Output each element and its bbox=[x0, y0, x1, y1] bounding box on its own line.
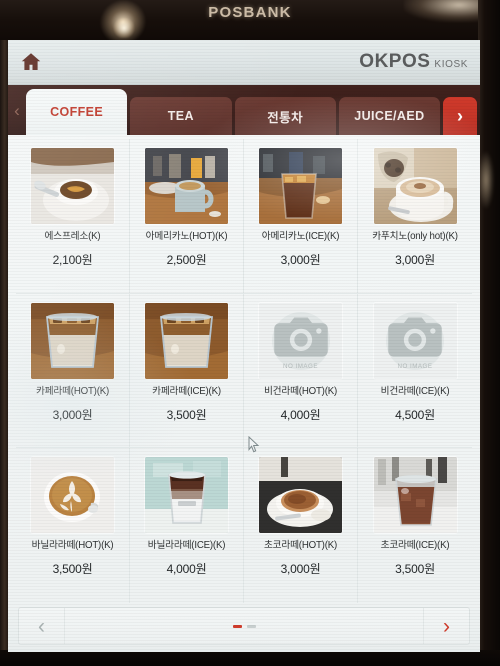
iced-latte-glass-image bbox=[145, 302, 228, 379]
tab-next-button[interactable]: › bbox=[443, 97, 477, 135]
hot-chocolate-saucer-image bbox=[259, 457, 342, 534]
menu-item-vegan-latte-ice[interactable]: NO IMAGE 비건라떼(ICE)(K) 4,500원 bbox=[358, 294, 472, 449]
product-price: 3,000원 bbox=[52, 407, 93, 422]
product-name: 초코라떼(HOT)(K) bbox=[263, 540, 338, 552]
product-thumbnail bbox=[31, 148, 114, 224]
product-price: 3,000원 bbox=[395, 253, 435, 268]
latte-art-rosetta-image bbox=[31, 457, 114, 534]
menu-item-vanilla-latte-hot[interactable]: 바닐라라떼(HOT)(K) 3,500원 bbox=[16, 448, 130, 603]
product-name: 비건라떼(ICE)(K) bbox=[380, 385, 450, 397]
app-header: OKPOS KIOSK bbox=[8, 40, 480, 85]
product-thumbnail bbox=[31, 457, 114, 534]
logo-kiosk: KIOSK bbox=[434, 59, 468, 70]
page-dot-2[interactable] bbox=[246, 624, 256, 628]
product-thumbnail bbox=[145, 302, 228, 379]
product-thumbnail bbox=[145, 457, 228, 534]
menu-item-espresso[interactable]: 에스프레소(K) 2,100원 bbox=[16, 139, 130, 294]
camera-icon bbox=[388, 317, 442, 357]
kiosk-device: POSBANK OKPOS KIOSK ‹ COFFEE TEA 전통차 JUI… bbox=[0, 0, 500, 666]
device-bezel-bottom bbox=[0, 650, 500, 666]
menu-item-choco-latte-ice[interactable]: 초코라떼(ICE)(K) 3,500원 bbox=[358, 448, 472, 603]
product-price: 3,000원 bbox=[280, 562, 321, 577]
product-name: 바닐라라떼(HOT)(K) bbox=[31, 540, 114, 552]
product-thumbnail bbox=[373, 457, 457, 534]
product-name: 비건라떼(HOT)(K) bbox=[263, 385, 338, 397]
product-price: 4,000원 bbox=[166, 562, 207, 577]
product-price: 4,500원 bbox=[395, 407, 435, 422]
camera-icon bbox=[273, 317, 328, 357]
menu-item-cappuccino[interactable]: 카푸치노(only hot)(K) 3,000원 bbox=[358, 139, 472, 294]
product-price: 2,100원 bbox=[52, 253, 93, 268]
page-next-button[interactable]: › bbox=[423, 608, 469, 644]
product-thumbnail bbox=[145, 148, 228, 224]
menu-item-americano-ice[interactable]: 아메리카노(ICE)(K) 3,000원 bbox=[244, 139, 358, 294]
product-thumbnail-placeholder: NO IMAGE bbox=[259, 302, 342, 379]
tab-prev-button[interactable]: ‹ bbox=[8, 85, 26, 135]
product-price: 3,000원 bbox=[280, 253, 321, 268]
iced-latte-glass-image bbox=[31, 302, 114, 379]
menu-item-americano-hot[interactable]: 아메리카노(HOT)(K) 2,500원 bbox=[130, 139, 244, 294]
product-price: 4,000원 bbox=[280, 407, 321, 422]
logo-okpos: OKPOS bbox=[359, 51, 431, 72]
layered-iced-cup-mint-image bbox=[145, 457, 228, 534]
menu-item-cafe-latte-ice[interactable]: 카페라떼(ICE)(K) 3,500원 bbox=[130, 293, 244, 449]
pager-area: ‹ › bbox=[8, 603, 480, 652]
product-name: 카페라떼(ICE)(K) bbox=[152, 385, 221, 397]
product-name: 에스프레소(K) bbox=[44, 231, 101, 242]
product-name: 카푸치노(only hot)(K) bbox=[372, 231, 458, 242]
cappuccino-foam-cup-image bbox=[373, 148, 457, 224]
menu-area: 에스프레소(K) 2,100원 아메리카노(HOT)(K) 2,500원 아메리… bbox=[8, 135, 480, 603]
product-price: 3,500원 bbox=[166, 407, 207, 422]
bezel-glare bbox=[113, 18, 135, 38]
no-image-label: NO IMAGE bbox=[397, 362, 433, 370]
espresso-cup-saucer-image bbox=[31, 148, 114, 224]
product-thumbnail bbox=[259, 457, 342, 534]
brand-logo: OKPOS KIOSK bbox=[359, 51, 468, 73]
bezel-glare bbox=[478, 150, 494, 210]
product-price: 3,500원 bbox=[52, 562, 93, 577]
tab-traditional-tea[interactable]: 전통차 bbox=[234, 97, 336, 135]
product-thumbnail-placeholder: NO IMAGE bbox=[373, 302, 457, 379]
menu-item-vegan-latte-hot[interactable]: NO IMAGE 비건라떼(HOT)(K) 4,000원 bbox=[244, 293, 358, 449]
no-image-placeholder: NO IMAGE bbox=[386, 311, 444, 370]
no-image-placeholder: NO IMAGE bbox=[271, 311, 330, 370]
menu-grid: 에스프레소(K) 2,100원 아메리카노(HOT)(K) 2,500원 아메리… bbox=[16, 139, 472, 603]
category-tab-list: COFFEE TEA 전통차 JUICE/AED bbox=[26, 85, 440, 135]
product-thumbnail bbox=[373, 148, 457, 224]
hot-americano-mug-image bbox=[145, 148, 228, 224]
category-tabbar: ‹ COFFEE TEA 전통차 JUICE/AED › bbox=[8, 85, 480, 135]
tab-coffee[interactable]: COFFEE bbox=[26, 89, 128, 135]
menu-item-vanilla-latte-ice[interactable]: 바닐라라떼(ICE)(K) 4,000원 bbox=[130, 448, 244, 603]
menu-item-cafe-latte-hot[interactable]: 카페라떼(HOT)(K) 3,000원 bbox=[16, 293, 130, 449]
kiosk-screen: OKPOS KIOSK ‹ COFFEE TEA 전통차 JUICE/AED › bbox=[8, 40, 480, 652]
product-name: 초코라떼(ICE)(K) bbox=[380, 540, 450, 552]
product-name: 아메리카노(ICE)(K) bbox=[261, 231, 340, 242]
page-prev-button[interactable]: ‹ bbox=[19, 608, 65, 644]
page-indicator-dots bbox=[65, 624, 423, 628]
product-name: 아메리카노(HOT)(K) bbox=[145, 231, 228, 242]
iced-americano-glass-image bbox=[259, 148, 342, 224]
pagination-bar: ‹ › bbox=[18, 607, 470, 645]
page-dot-1[interactable] bbox=[232, 624, 242, 628]
product-thumbnail bbox=[31, 302, 114, 379]
product-name: 카페라떼(HOT)(K) bbox=[35, 385, 110, 397]
menu-item-choco-latte-hot[interactable]: 초코라떼(HOT)(K) 3,000원 bbox=[244, 448, 358, 603]
home-icon bbox=[21, 53, 41, 70]
iced-chocolate-plastic-cup-image bbox=[373, 457, 457, 534]
product-price: 2,500원 bbox=[166, 253, 207, 268]
tab-tea[interactable]: TEA bbox=[130, 97, 232, 135]
home-button[interactable] bbox=[18, 50, 44, 74]
product-name: 바닐라라떼(ICE)(K) bbox=[147, 540, 226, 552]
product-thumbnail bbox=[259, 148, 342, 224]
product-price: 3,500원 bbox=[395, 562, 435, 577]
device-bezel-right bbox=[478, 0, 500, 666]
no-image-label: NO IMAGE bbox=[283, 362, 318, 370]
tab-juice-aed[interactable]: JUICE/AED bbox=[338, 97, 440, 135]
